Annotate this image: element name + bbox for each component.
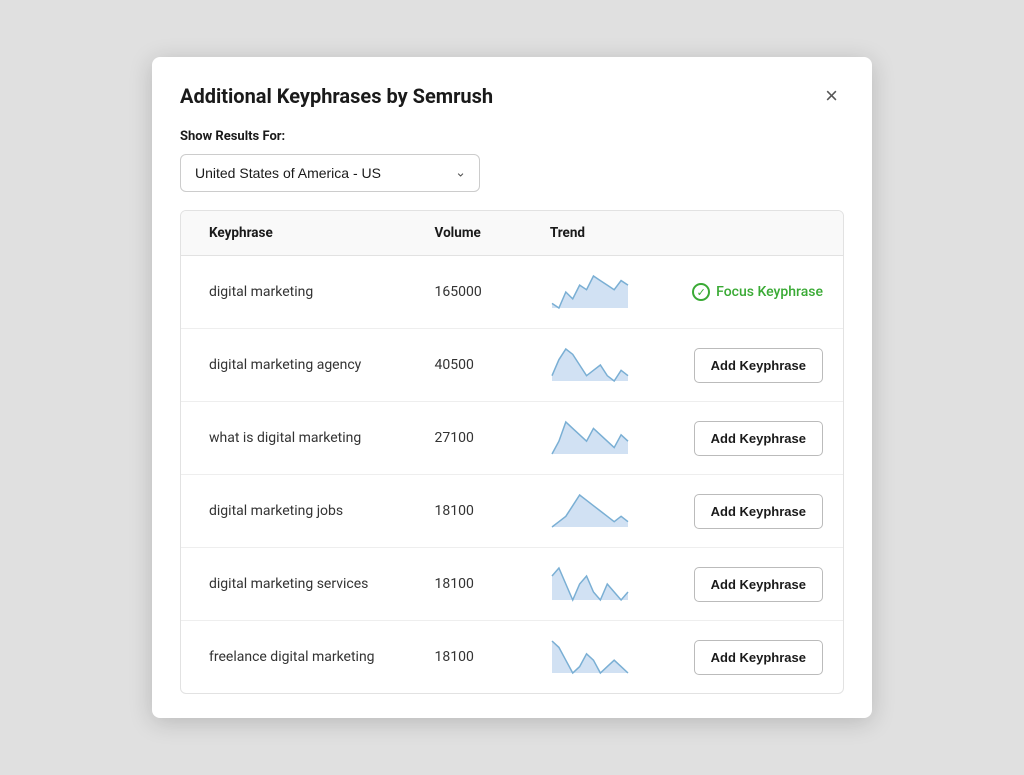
table-row: digital marketing agency40500 Add Keyphr… — [181, 329, 843, 402]
table-body: digital marketing165000 ✓ Focus Keyphras… — [181, 256, 843, 694]
keyphrase-cell: what is digital marketing — [181, 402, 419, 475]
keyphrases-table: Keyphrase Volume Trend digital marketing… — [181, 211, 843, 693]
volume-cell: 18100 — [419, 621, 534, 694]
trend-cell — [534, 548, 676, 621]
add-keyphrase-button[interactable]: Add Keyphrase — [694, 567, 823, 602]
action-cell: Add Keyphrase — [676, 402, 843, 475]
focus-keyphrase-label: ✓ Focus Keyphrase — [692, 283, 823, 301]
trend-sparkline — [550, 493, 630, 529]
trend-sparkline — [550, 420, 630, 456]
keyphrases-table-container: Keyphrase Volume Trend digital marketing… — [180, 210, 844, 694]
trend-cell — [534, 329, 676, 402]
table-row: digital marketing services18100 Add Keyp… — [181, 548, 843, 621]
filter-label: Show Results For: — [180, 129, 844, 144]
trend-cell — [534, 402, 676, 475]
add-keyphrase-button[interactable]: Add Keyphrase — [694, 640, 823, 675]
trend-cell — [534, 621, 676, 694]
volume-cell: 27100 — [419, 402, 534, 475]
modal-header: Additional Keyphrases by Semrush × — [152, 57, 872, 129]
volume-cell: 165000 — [419, 256, 534, 329]
trend-cell — [534, 256, 676, 329]
trend-sparkline — [550, 639, 630, 675]
action-cell: Add Keyphrase — [676, 548, 843, 621]
volume-cell: 40500 — [419, 329, 534, 402]
table-row: what is digital marketing27100 Add Keyph… — [181, 402, 843, 475]
additional-keyphrases-modal: Additional Keyphrases by Semrush × Show … — [152, 57, 872, 718]
keyphrase-cell: freelance digital marketing — [181, 621, 419, 694]
add-keyphrase-button[interactable]: Add Keyphrase — [694, 494, 823, 529]
table-row: digital marketing jobs18100 Add Keyphras… — [181, 475, 843, 548]
action-cell: Add Keyphrase — [676, 475, 843, 548]
volume-cell: 18100 — [419, 548, 534, 621]
keyphrase-cell: digital marketing services — [181, 548, 419, 621]
modal-body: Show Results For: United States of Ameri… — [152, 129, 872, 718]
action-cell: Add Keyphrase — [676, 329, 843, 402]
country-select[interactable]: United States of America - US United Kin… — [180, 154, 480, 192]
keyphrase-cell: digital marketing — [181, 256, 419, 329]
table-header: Keyphrase Volume Trend — [181, 211, 843, 256]
keyphrase-cell: digital marketing jobs — [181, 475, 419, 548]
trend-sparkline — [550, 566, 630, 602]
table-row: freelance digital marketing18100 Add Key… — [181, 621, 843, 694]
action-cell: ✓ Focus Keyphrase — [676, 256, 843, 329]
table-row: digital marketing165000 ✓ Focus Keyphras… — [181, 256, 843, 329]
trend-sparkline — [550, 347, 630, 383]
col-header-trend: Trend — [534, 211, 676, 256]
focus-check-icon: ✓ — [692, 283, 710, 301]
trend-cell — [534, 475, 676, 548]
trend-sparkline — [550, 274, 630, 310]
add-keyphrase-button[interactable]: Add Keyphrase — [694, 348, 823, 383]
keyphrase-cell: digital marketing agency — [181, 329, 419, 402]
close-button[interactable]: × — [819, 81, 844, 111]
country-select-wrapper: United States of America - US United Kin… — [180, 154, 480, 192]
modal-title: Additional Keyphrases by Semrush — [180, 84, 493, 108]
col-header-keyphrase: Keyphrase — [181, 211, 419, 256]
volume-cell: 18100 — [419, 475, 534, 548]
focus-label-text: Focus Keyphrase — [716, 284, 823, 300]
add-keyphrase-button[interactable]: Add Keyphrase — [694, 421, 823, 456]
col-header-action — [676, 211, 843, 256]
col-header-volume: Volume — [419, 211, 534, 256]
action-cell: Add Keyphrase — [676, 621, 843, 694]
filter-section: Show Results For: United States of Ameri… — [180, 129, 844, 210]
